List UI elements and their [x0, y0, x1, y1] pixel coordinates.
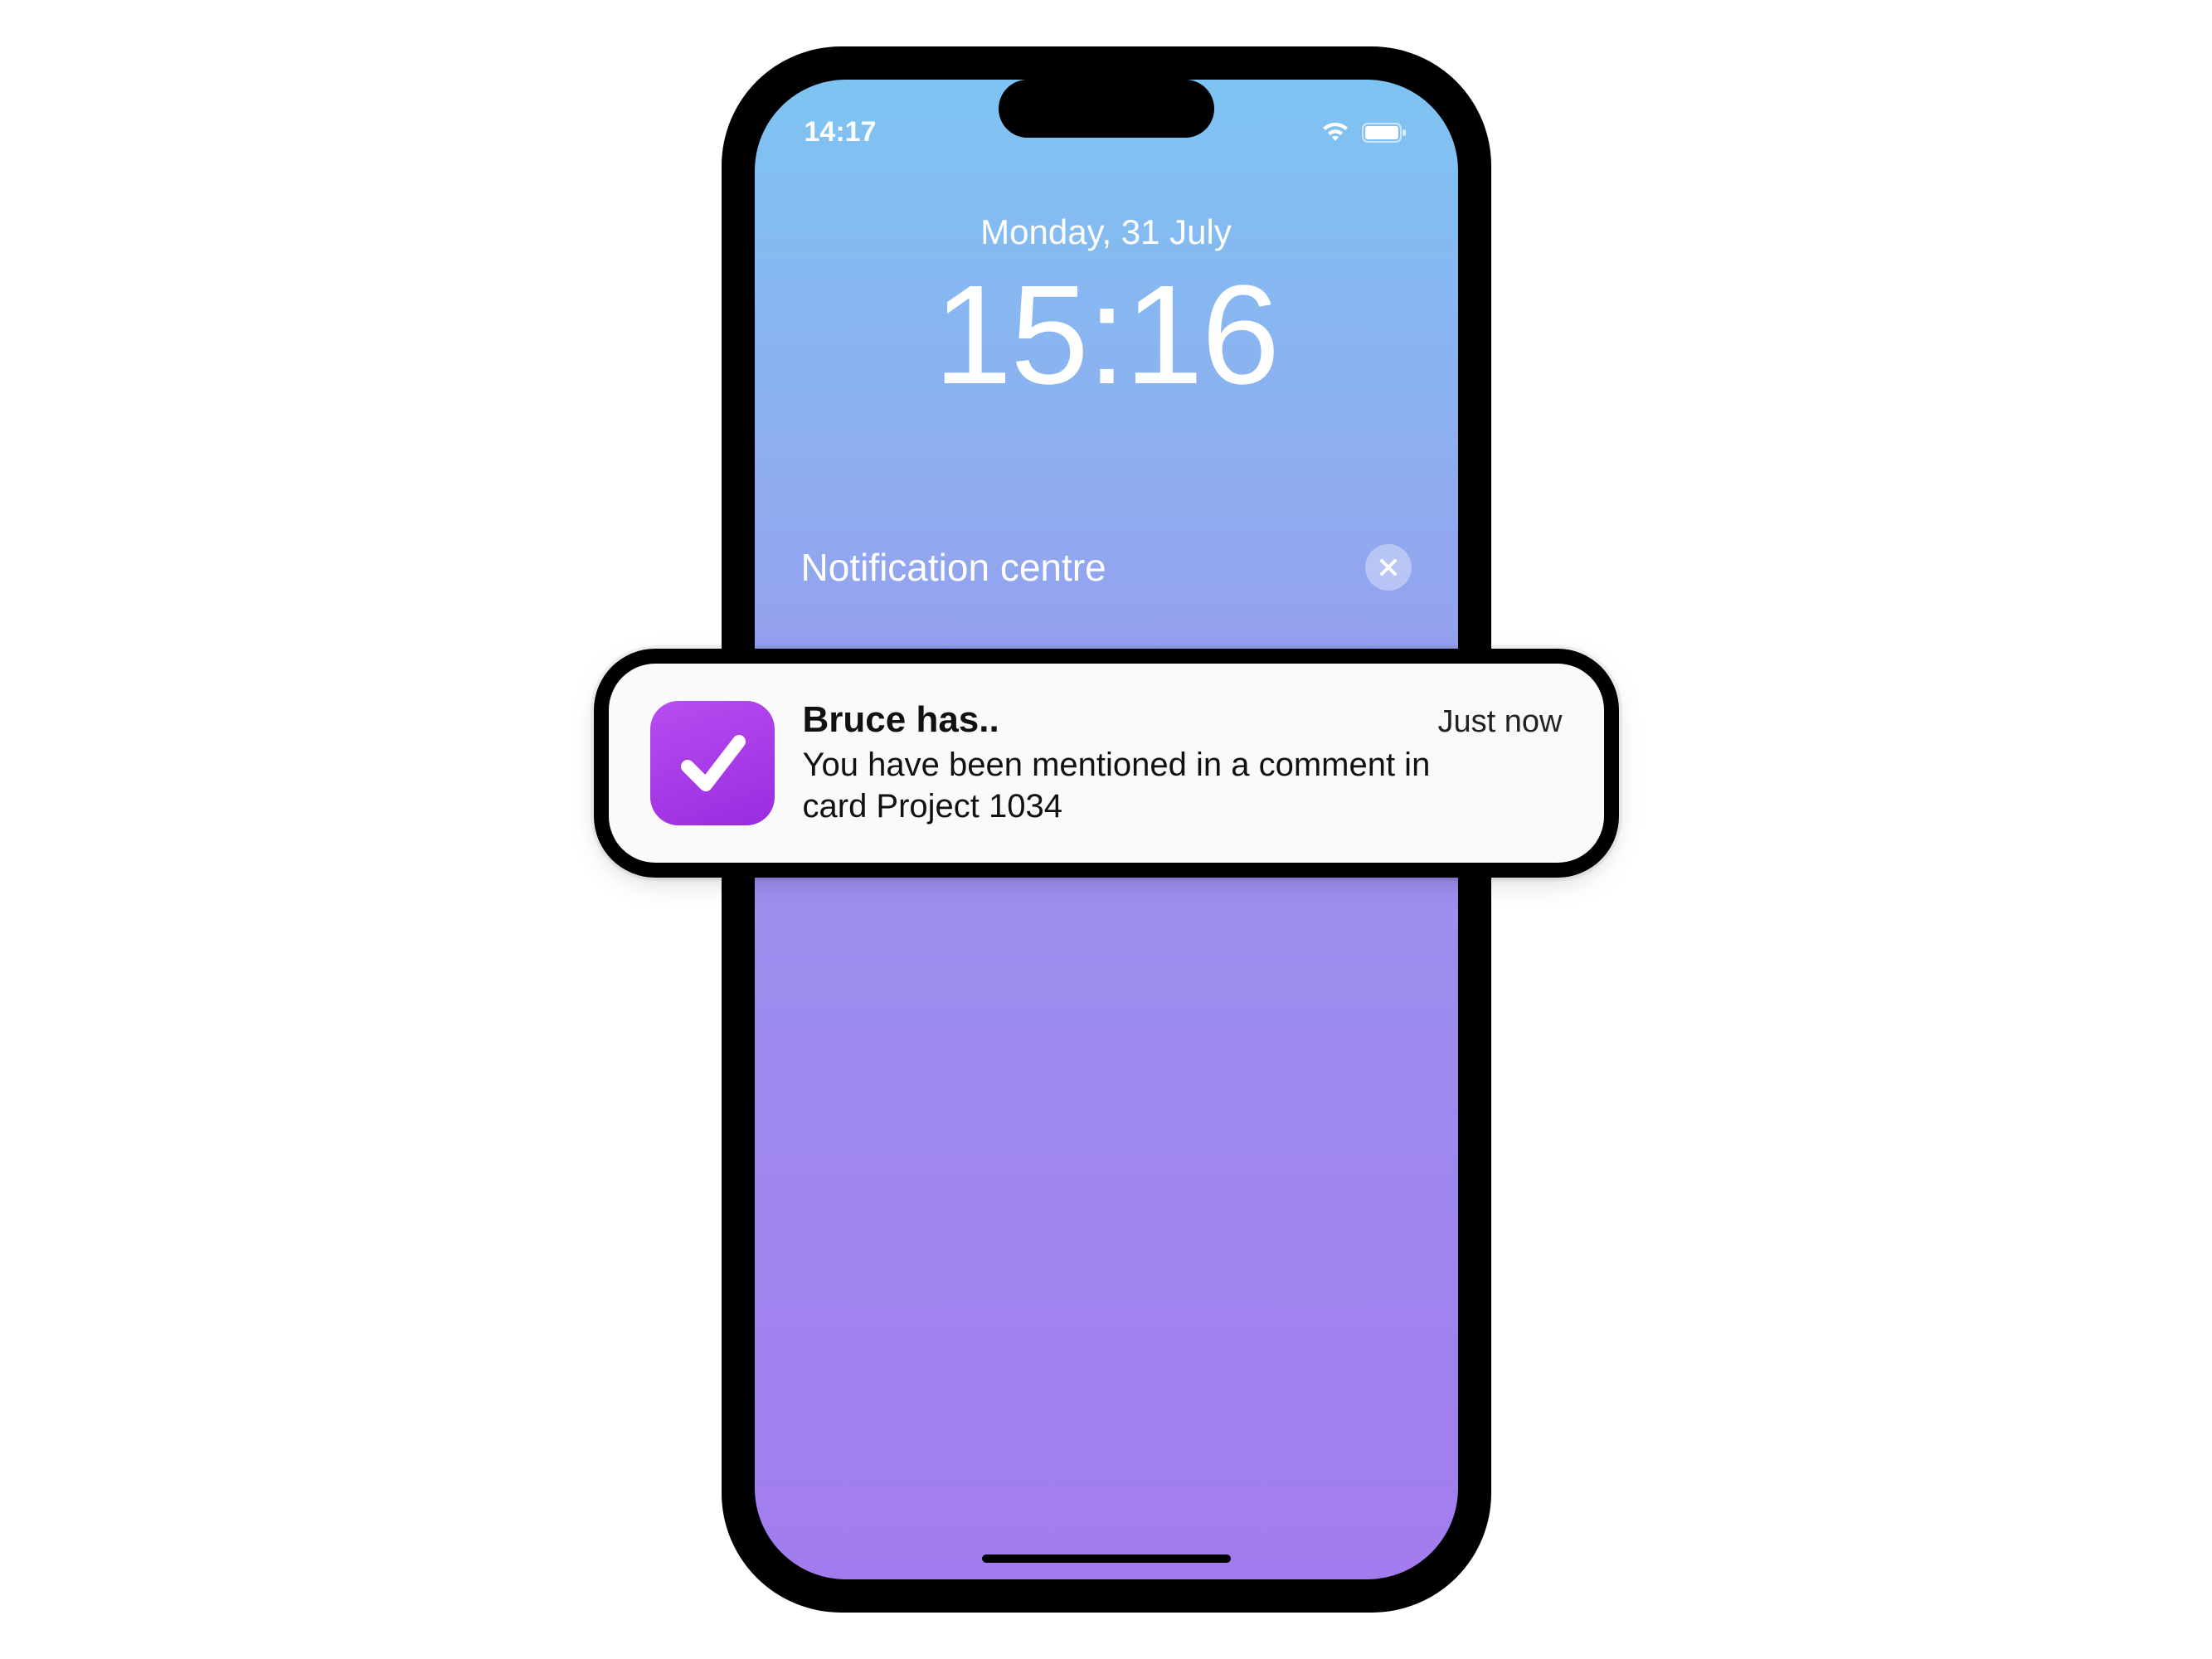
home-indicator[interactable] [982, 1554, 1231, 1563]
notification-centre-close-button[interactable] [1365, 544, 1412, 591]
app-icon [650, 701, 775, 825]
notification-card[interactable]: Bruce has.. Just now You have been menti… [609, 664, 1604, 863]
notification-body: Bruce has.. Just now You have been menti… [803, 699, 1563, 827]
notification-message: You have been mentioned in a comment in … [803, 744, 1486, 827]
notification-centre-header: Notification centre [755, 544, 1458, 591]
status-right [1320, 121, 1408, 144]
battery-icon [1362, 121, 1408, 144]
notification-title: Bruce has.. [803, 699, 999, 741]
checkmark-icon [671, 722, 754, 805]
close-icon [1377, 556, 1400, 579]
phone-mockup: 14:17 Monday, 31 J [725, 50, 1488, 1609]
notification-timestamp: Just now [1438, 704, 1563, 740]
lockscreen-date: Monday, 31 July [755, 212, 1458, 252]
notification-top-row: Bruce has.. Just now [803, 699, 1563, 741]
notification-centre-title: Notification centre [801, 545, 1106, 590]
lockscreen-time: 15:16 [755, 254, 1458, 416]
dynamic-island [999, 80, 1214, 138]
status-time: 14:17 [805, 116, 877, 148]
wifi-icon [1320, 121, 1350, 144]
